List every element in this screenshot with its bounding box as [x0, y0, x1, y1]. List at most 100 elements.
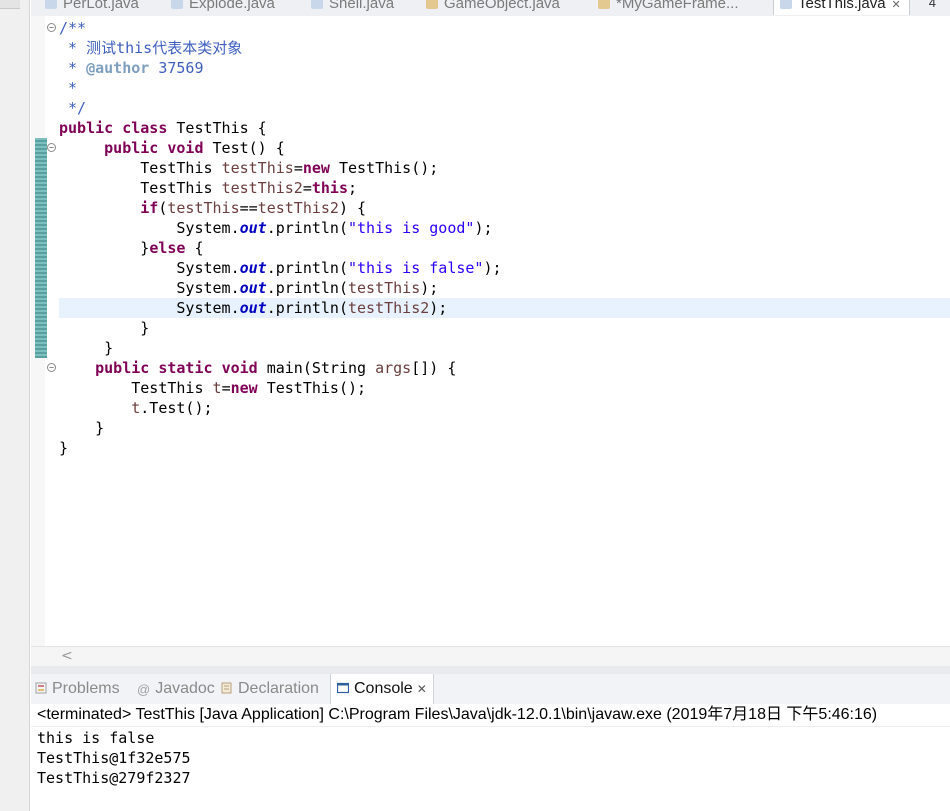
code-line[interactable]: }else { [59, 238, 950, 258]
keyword-token: void [221, 359, 258, 377]
tab-problems[interactable]: Problems [35, 674, 120, 704]
comment-token: 37569 [149, 59, 204, 77]
code-line[interactable]: if(testThis==testThis2) { [59, 198, 950, 218]
tab-overflow-count[interactable]: 4 [929, 0, 936, 10]
code-token: } [59, 419, 105, 437]
variable-token: testThis2 [221, 179, 303, 197]
code-line[interactable]: TestThis testThis2=this; [59, 178, 950, 198]
tab-shell[interactable]: Shell.java [311, 0, 394, 15]
code-token: .println( [266, 259, 348, 277]
code-token: ; [348, 179, 358, 197]
keyword-token: void [167, 139, 204, 157]
code-line[interactable]: * @author 37569 [59, 58, 950, 78]
window-corner [0, 0, 20, 9]
console-output[interactable]: this is false TestThis@1f32e575 TestThis… [31, 727, 950, 788]
code-line[interactable]: System.out.println("this is good"); [59, 218, 950, 238]
code-line[interactable]: TestThis testThis=new TestThis(); [59, 158, 950, 178]
tab-gameobject[interactable]: GameObject.java [426, 0, 560, 15]
java-file-warning-icon [598, 0, 610, 9]
java-file-icon [311, 0, 323, 9]
code-line[interactable]: /** [59, 18, 950, 38]
code-line[interactable]: public void Test() { [59, 138, 950, 158]
static-field-token: out [239, 219, 267, 237]
code-token: = [221, 379, 231, 397]
code-line[interactable]: */ [59, 98, 950, 118]
current-code-line[interactable]: System.out.println(testThis2); [59, 298, 950, 318]
editor-tab-bar: PerLot.java Explode.java Shell.java Game… [31, 0, 950, 16]
code-line[interactable]: public static void main(String args[]) { [59, 358, 950, 378]
code-token: == [239, 199, 258, 217]
code-token: .println( [266, 219, 348, 237]
code-token: } [59, 319, 150, 337]
code-token: Test() { [203, 139, 285, 157]
console-view[interactable]: <terminated> TestThis [Java Application]… [31, 704, 950, 811]
java-file-warning-icon [426, 0, 438, 9]
code-token: ); [474, 219, 493, 237]
java-file-icon [171, 0, 183, 9]
horizontal-scrollbar[interactable]: < [31, 646, 950, 667]
code-line[interactable]: * 测试this代表本类对象 [59, 38, 950, 58]
comment-token: * [59, 79, 78, 97]
code-token: .println( [266, 279, 348, 297]
variable-token: t [131, 399, 141, 417]
fold-toggle-icon[interactable]: − [47, 23, 56, 32]
code-token: ); [429, 299, 448, 317]
console-line: TestThis@1f32e575 [37, 749, 191, 767]
java-file-icon [45, 0, 57, 9]
variable-token: testThis [167, 199, 240, 217]
code-line[interactable]: t.Test(); [59, 398, 950, 418]
tab-explode[interactable]: Explode.java [171, 0, 275, 15]
close-icon[interactable]: ✕ [892, 0, 901, 11]
close-icon[interactable]: ✕ [417, 682, 427, 696]
code-token: } [59, 439, 69, 457]
keyword-token: else [149, 239, 186, 257]
keyword-token: public [95, 359, 150, 377]
comment-token: * [59, 59, 87, 77]
keyword-token: new [230, 379, 258, 397]
code-area[interactable]: /** * 测试this代表本类对象 * @author 37569 * */p… [59, 18, 950, 458]
code-line[interactable]: } [59, 438, 950, 458]
code-token: TestThis(); [329, 159, 439, 177]
fold-toggle-icon[interactable]: − [47, 143, 56, 152]
code-token: System. [59, 259, 240, 277]
code-token: = [293, 159, 303, 177]
code-token: = [302, 179, 312, 197]
code-line[interactable]: * [59, 78, 950, 98]
code-token: } [59, 339, 114, 357]
tab-declaration[interactable]: Declaration [221, 674, 319, 704]
code-line[interactable]: System.out.println("this is false"); [59, 258, 950, 278]
code-line[interactable]: } [59, 338, 950, 358]
tab-perlot[interactable]: PerLot.java [45, 0, 139, 15]
code-token: ); [483, 259, 502, 277]
pane-separator[interactable] [31, 666, 950, 674]
code-line[interactable]: TestThis t=new TestThis(); [59, 378, 950, 398]
code-token: ); [420, 279, 439, 297]
code-line[interactable]: } [59, 318, 950, 338]
console-launch-info: <terminated> TestThis [Java Application]… [31, 704, 950, 727]
code-token: .println( [266, 299, 348, 317]
java-file-icon [780, 0, 792, 9]
code-token: TestThis [59, 159, 222, 177]
tab-testthis[interactable]: TestThis.java ✕ [773, 0, 910, 15]
code-editor[interactable]: − − − /** * 测试this代表本类对象 * @author 37569 *… [31, 16, 950, 667]
code-line[interactable]: public class TestThis { [59, 118, 950, 138]
code-line[interactable]: } [59, 418, 950, 438]
fold-toggle-icon[interactable]: − [47, 363, 56, 372]
keyword-token: new [302, 159, 330, 177]
code-token: TestThis [59, 379, 213, 397]
scroll-left-icon[interactable]: < [61, 648, 73, 664]
tab-console[interactable]: Console ✕ [330, 674, 434, 704]
tab-mygameframe[interactable]: *MyGameFrame... [598, 0, 739, 15]
keyword-token: if [140, 199, 159, 217]
tab-javadoc[interactable]: @ Javadoc [137, 674, 215, 704]
code-token: System. [59, 279, 240, 297]
view-tab-bar: Problems @ Javadoc Declaration Console ✕ [31, 674, 950, 705]
string-token: "this is good" [348, 219, 475, 237]
code-line[interactable]: System.out.println(testThis); [59, 278, 950, 298]
comment-token: * 测试this代表本类对象 [59, 39, 243, 57]
